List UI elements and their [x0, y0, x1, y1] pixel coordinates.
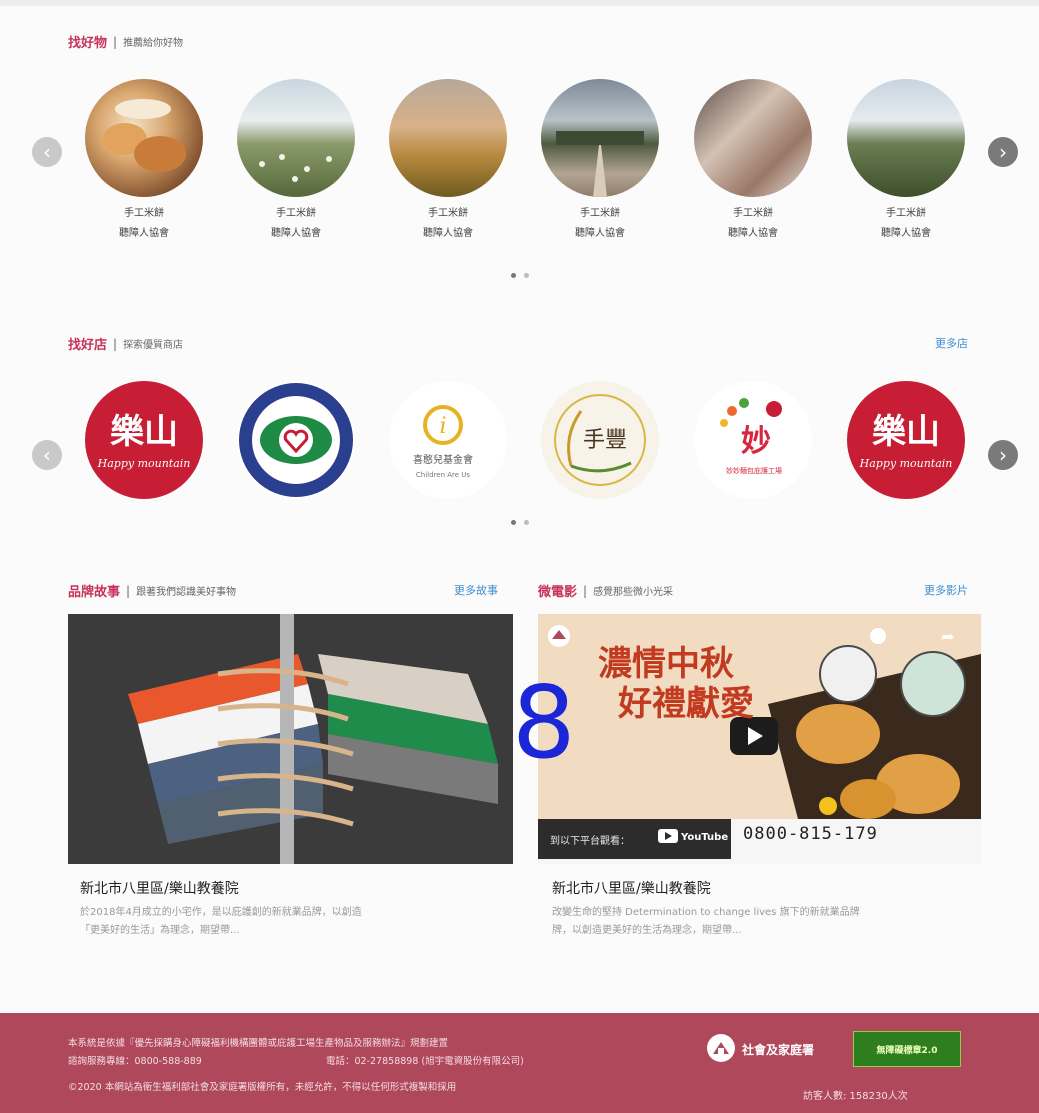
product-image-4[interactable]	[541, 79, 659, 197]
goods-section-title: 找好物 | 推薦給你好物	[68, 32, 184, 52]
footer-service-hotline: 諮詢服務專線：0800-588-889	[68, 1056, 202, 1067]
svg-text:妙妙麵包庇護工場: 妙妙麵包庇護工場	[726, 466, 782, 475]
film-card-desc: 改變生命的堅持 Determination to change lives 旗下…	[552, 907, 860, 936]
chevron-left-icon: ‹	[43, 140, 51, 164]
svg-text:手豐: 手豐	[583, 428, 627, 453]
product-image-1[interactable]	[85, 79, 203, 197]
youtube-link[interactable]: YouTube	[681, 832, 728, 843]
goods-prev-button[interactable]: ‹	[32, 137, 62, 167]
product-caption-5[interactable]: 手工米餅 聽障人協會	[683, 204, 823, 244]
shops-pagination	[511, 520, 529, 525]
product-image-5[interactable]	[694, 79, 812, 197]
watch-on-label: 到以下平台觀看：	[550, 836, 630, 847]
footer-copyright: ©2020 本網站為衛生福利部社會及家庭署版權所有，未經允許，不得以任何形式複製…	[68, 1082, 457, 1093]
svg-text:Happy mountain: Happy mountain	[859, 457, 953, 470]
shops-next-button[interactable]: ›	[988, 440, 1018, 470]
shops-title: 找好店	[68, 338, 108, 353]
product-caption-6[interactable]: 手工米餅 聽障人協會	[836, 204, 976, 244]
more-films-link[interactable]: 更多影片	[924, 582, 968, 598]
footer-telephone: 電話：02-27858898 (旭宇電資股份有限公司)	[326, 1056, 524, 1067]
agency-logo-icon[interactable]	[707, 1034, 735, 1062]
product-image-3[interactable]	[389, 79, 507, 197]
svg-text:Happy mountain: Happy mountain	[97, 457, 191, 470]
accessibility-badge[interactable]: 無障礙標章2.0	[853, 1031, 961, 1067]
visitor-count: 訪客人數: 158230人次	[803, 1091, 908, 1102]
stories-section-title: 品牌故事 | 跟著我們認識美好事物	[68, 581, 237, 601]
film-card-title[interactable]: 新北市八里區/樂山教養院	[552, 878, 711, 898]
svg-text:喜憨兒基金會: 喜憨兒基金會	[413, 453, 473, 466]
video-phone-number: 0800-815-179	[743, 824, 878, 844]
shops-section-title: 找好店 | 探索優質商店	[68, 334, 184, 354]
video-headline: 濃情中秋 好禮獻愛	[598, 644, 754, 724]
films-title: 微電影	[538, 585, 578, 600]
svg-text:i: i	[439, 414, 446, 439]
chevron-left-icon: ‹	[43, 443, 51, 467]
stories-subtitle: 跟著我們認識美好事物	[136, 587, 237, 598]
films-subtitle: 感覺那些微小光采	[593, 587, 674, 598]
shop-logo-shoufeng[interactable]: 手豐	[541, 381, 659, 499]
top-bar	[0, 0, 1039, 6]
pagination-dot[interactable]	[524, 273, 529, 278]
svg-text:妙: 妙	[741, 424, 771, 459]
shop-logo-happy-mountain-2[interactable]: 樂山 Happy mountain	[847, 381, 965, 499]
svg-text:樂山: 樂山	[872, 412, 940, 452]
product-caption-1[interactable]: 手工米餅 聽障人協會	[74, 204, 214, 244]
overlay-number: 8	[512, 664, 576, 781]
product-image-6[interactable]	[847, 79, 965, 197]
goods-next-button[interactable]: ›	[988, 137, 1018, 167]
goods-pagination	[511, 273, 529, 278]
footer: 本系統是依據『優先採購身心障礙福利機構團體或庇護工場生產物品及服務辦法』規劃建置…	[0, 1013, 1039, 1113]
agency-name[interactable]: 社會及家庭署	[742, 1041, 814, 1058]
product-image-2[interactable]	[237, 79, 355, 197]
shops-subtitle: 探索優質商店	[123, 340, 184, 351]
goods-title: 找好物	[68, 36, 108, 51]
svg-text:➦: ➦	[941, 627, 954, 646]
stories-title: 品牌故事	[68, 585, 121, 600]
chevron-right-icon: ›	[999, 140, 1007, 164]
footer-statement: 本系統是依據『優先採購身心障礙福利機構團體或庇護工場生產物品及服務辦法』規劃建置	[68, 1038, 449, 1049]
product-caption-3[interactable]: 手工米餅 聽障人協會	[378, 204, 518, 244]
more-shops-link[interactable]: 更多店	[935, 335, 968, 351]
story-image[interactable]	[68, 614, 513, 864]
pagination-dot[interactable]	[524, 520, 529, 525]
pagination-dot[interactable]	[511, 273, 516, 278]
product-caption-2[interactable]: 手工米餅 聽障人協會	[226, 204, 366, 244]
pagination-dot[interactable]	[511, 520, 516, 525]
shop-logo-children-are-us[interactable]: i 喜憨兒基金會 Children Are Us	[389, 381, 507, 499]
story-card-desc: 於2018年4月成立的小宅作，是以庇護創的新就業品牌，以創造 「更美好的生活」為…	[80, 907, 362, 936]
shops-prev-button[interactable]: ‹	[32, 440, 62, 470]
svg-text:Children Are Us: Children Are Us	[416, 471, 471, 479]
shop-logo-association[interactable]	[237, 381, 355, 499]
story-card-title[interactable]: 新北市八里區/樂山教養院	[80, 878, 239, 898]
goods-subtitle: 推薦給你好物	[123, 38, 184, 49]
product-caption-4[interactable]: 手工米餅 聽障人協會	[530, 204, 670, 244]
films-section-title: 微電影 | 感覺那些微小光采	[538, 581, 674, 601]
more-stories-link[interactable]: 更多故事	[454, 582, 498, 598]
svg-text:樂山: 樂山	[110, 412, 178, 452]
shop-logo-miaomiao[interactable]: 妙 妙妙麵包庇護工場	[694, 381, 812, 499]
film-video-embed[interactable]: ➦ 濃情中秋 好禮獻愛 到以下平台觀看： YouTube 0800-815-17…	[538, 614, 981, 864]
chevron-right-icon: ›	[999, 443, 1007, 467]
shop-logo-happy-mountain-1[interactable]: 樂山 Happy mountain	[85, 381, 203, 499]
